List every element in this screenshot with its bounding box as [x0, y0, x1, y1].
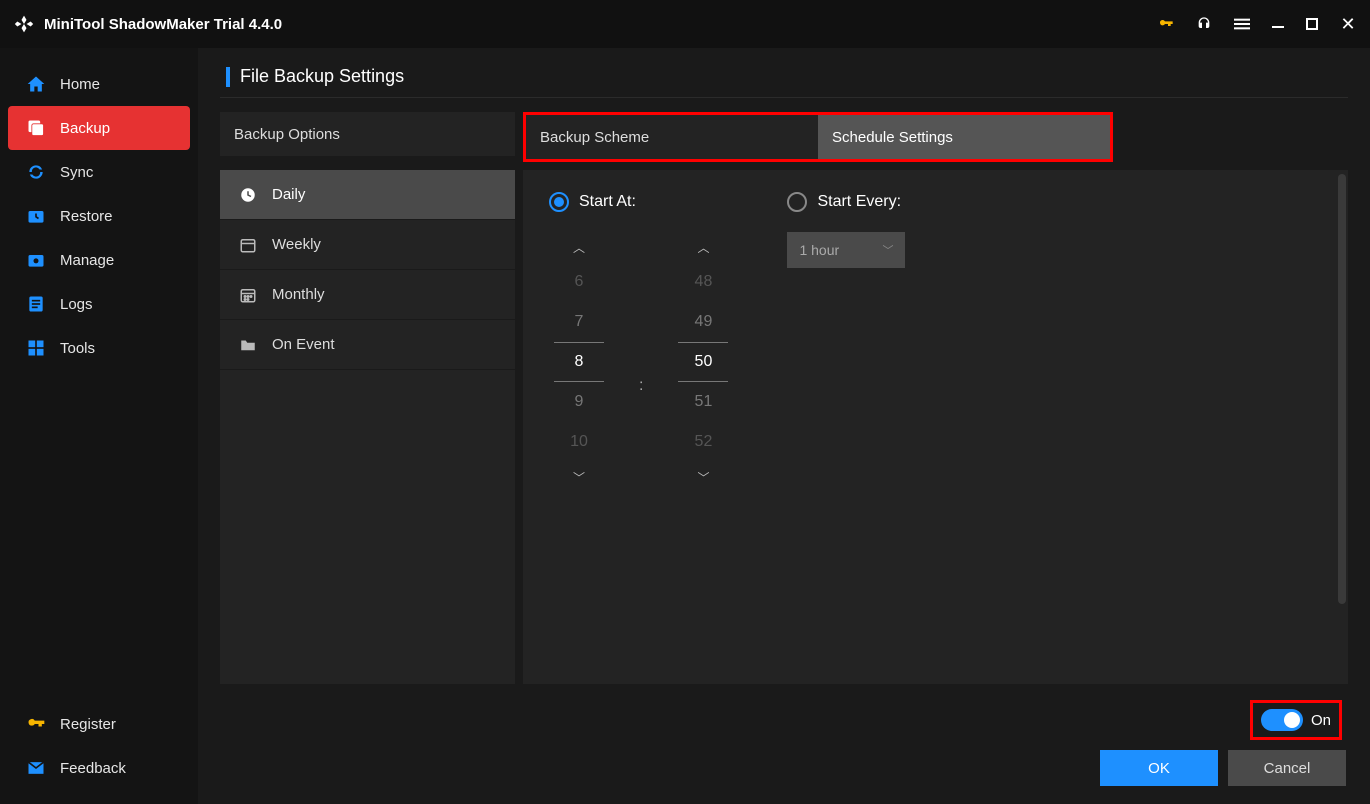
hour-option[interactable]: 7	[554, 302, 604, 342]
minute-selected[interactable]: 50	[678, 342, 728, 382]
tab-backup-options[interactable]: Backup Options	[220, 112, 515, 156]
frequency-on-event[interactable]: On Event	[220, 320, 515, 370]
window-minimize-icon[interactable]	[1272, 26, 1284, 28]
dialog-footer: On OK Cancel	[220, 684, 1348, 786]
titlebar-controls: ✕	[1158, 16, 1356, 32]
sidebar-item-label: Feedback	[60, 760, 126, 777]
minute-option[interactable]: 52	[678, 422, 728, 462]
sidebar-item-label: Backup	[60, 120, 110, 137]
feedback-icon	[26, 758, 46, 778]
license-key-icon[interactable]	[1158, 16, 1174, 32]
interval-value: 1 hour	[799, 242, 839, 258]
tools-icon	[26, 338, 46, 358]
sidebar: Home Backup Sync Restore Manage Logs Too…	[0, 48, 198, 804]
schedule-toggle-annotation: On	[1250, 700, 1342, 740]
chevron-down-icon: ﹀	[882, 242, 893, 258]
start-at-section: Start At: ︿ 6 7 8 9 10	[549, 192, 733, 492]
frequency-daily[interactable]: Daily	[220, 170, 515, 220]
hour-spinner[interactable]: ︿ 6 7 8 9 10 ﹀	[549, 232, 609, 492]
interval-select[interactable]: 1 hour ﹀	[787, 232, 905, 268]
sidebar-item-logs[interactable]: Logs	[8, 282, 190, 326]
sidebar-item-label: Restore	[60, 208, 113, 225]
time-separator: :	[639, 377, 643, 395]
minute-down-icon[interactable]: ﹀	[697, 462, 709, 492]
folder-icon	[238, 335, 258, 355]
titlebar: MiniTool ShadowMaker Trial 4.4.0 ✕	[0, 0, 1370, 48]
support-icon[interactable]	[1196, 16, 1212, 32]
hour-down-icon[interactable]: ﹀	[573, 462, 585, 492]
frequency-label: Weekly	[272, 236, 321, 253]
window-maximize-icon[interactable]	[1306, 18, 1318, 30]
manage-icon	[26, 250, 46, 270]
tab-schedule-settings[interactable]: Schedule Settings	[818, 115, 1110, 159]
sidebar-item-register[interactable]: Register	[8, 702, 190, 746]
minute-option[interactable]: 49	[678, 302, 728, 342]
frequency-label: Monthly	[272, 286, 325, 303]
sidebar-item-label: Tools	[60, 340, 95, 357]
frequency-monthly[interactable]: Monthly	[220, 270, 515, 320]
sidebar-item-tools[interactable]: Tools	[8, 326, 190, 370]
title-accent-bar	[226, 67, 230, 87]
start-at-radio[interactable]	[549, 192, 569, 212]
backup-icon	[26, 118, 46, 138]
sidebar-item-label: Logs	[60, 296, 93, 313]
sidebar-item-manage[interactable]: Manage	[8, 238, 190, 282]
start-every-section: Start Every: 1 hour ﹀	[787, 192, 905, 268]
sidebar-item-label: Manage	[60, 252, 114, 269]
logs-icon	[26, 294, 46, 314]
restore-icon	[26, 206, 46, 226]
minute-option[interactable]: 48	[678, 262, 728, 302]
minute-option[interactable]: 51	[678, 382, 728, 422]
content-area: File Backup Settings Backup Options Back…	[198, 48, 1370, 804]
tab-backup-scheme[interactable]: Backup Scheme	[526, 115, 818, 159]
hour-up-icon[interactable]: ︿	[573, 232, 585, 262]
frequency-list: Daily Weekly Monthly On Event	[220, 170, 515, 684]
window-close-icon[interactable]: ✕	[1340, 16, 1356, 32]
calendar-month-icon	[238, 285, 258, 305]
start-at-radio-row[interactable]: Start At:	[549, 192, 733, 212]
calendar-week-icon	[238, 235, 258, 255]
sidebar-item-feedback[interactable]: Feedback	[8, 746, 190, 790]
sidebar-item-home[interactable]: Home	[8, 62, 190, 106]
home-icon	[26, 74, 46, 94]
settings-tabs: Backup Options Backup Scheme Schedule Se…	[220, 112, 1348, 162]
sidebar-item-restore[interactable]: Restore	[8, 194, 190, 238]
sync-icon	[26, 162, 46, 182]
hour-selected[interactable]: 8	[554, 342, 604, 382]
hour-option[interactable]: 9	[554, 382, 604, 422]
app-logo-icon	[14, 14, 34, 34]
cancel-button[interactable]: Cancel	[1228, 750, 1346, 786]
page-title: File Backup Settings	[240, 66, 404, 87]
start-every-label: Start Every:	[817, 193, 901, 211]
minute-spinner[interactable]: ︿ 48 49 50 51 52 ﹀	[673, 232, 733, 492]
hour-option[interactable]: 6	[554, 262, 604, 302]
highlighted-tabs-annotation: Backup Scheme Schedule Settings	[523, 112, 1113, 162]
schedule-toggle[interactable]	[1261, 709, 1303, 731]
menu-icon[interactable]	[1234, 16, 1250, 32]
sidebar-item-sync[interactable]: Sync	[8, 150, 190, 194]
ok-button[interactable]: OK	[1100, 750, 1218, 786]
hour-option[interactable]: 10	[554, 422, 604, 462]
time-picker: ︿ 6 7 8 9 10 ﹀ :	[549, 232, 733, 492]
start-every-radio-row[interactable]: Start Every:	[787, 192, 905, 212]
app-title: MiniTool ShadowMaker Trial 4.4.0	[44, 16, 282, 33]
sidebar-item-label: Register	[60, 716, 116, 733]
minute-up-icon[interactable]: ︿	[697, 232, 709, 262]
register-key-icon	[26, 714, 46, 734]
page-header: File Backup Settings	[220, 66, 1348, 98]
sidebar-item-backup[interactable]: Backup	[8, 106, 190, 150]
start-at-label: Start At:	[579, 193, 636, 211]
sidebar-item-label: Sync	[60, 164, 93, 181]
start-every-radio[interactable]	[787, 192, 807, 212]
frequency-label: On Event	[272, 336, 335, 353]
clock-icon	[238, 185, 258, 205]
schedule-toggle-label: On	[1311, 712, 1331, 729]
frequency-label: Daily	[272, 186, 305, 203]
frequency-weekly[interactable]: Weekly	[220, 220, 515, 270]
schedule-panel: Start At: ︿ 6 7 8 9 10	[523, 170, 1348, 684]
sidebar-item-label: Home	[60, 76, 100, 93]
